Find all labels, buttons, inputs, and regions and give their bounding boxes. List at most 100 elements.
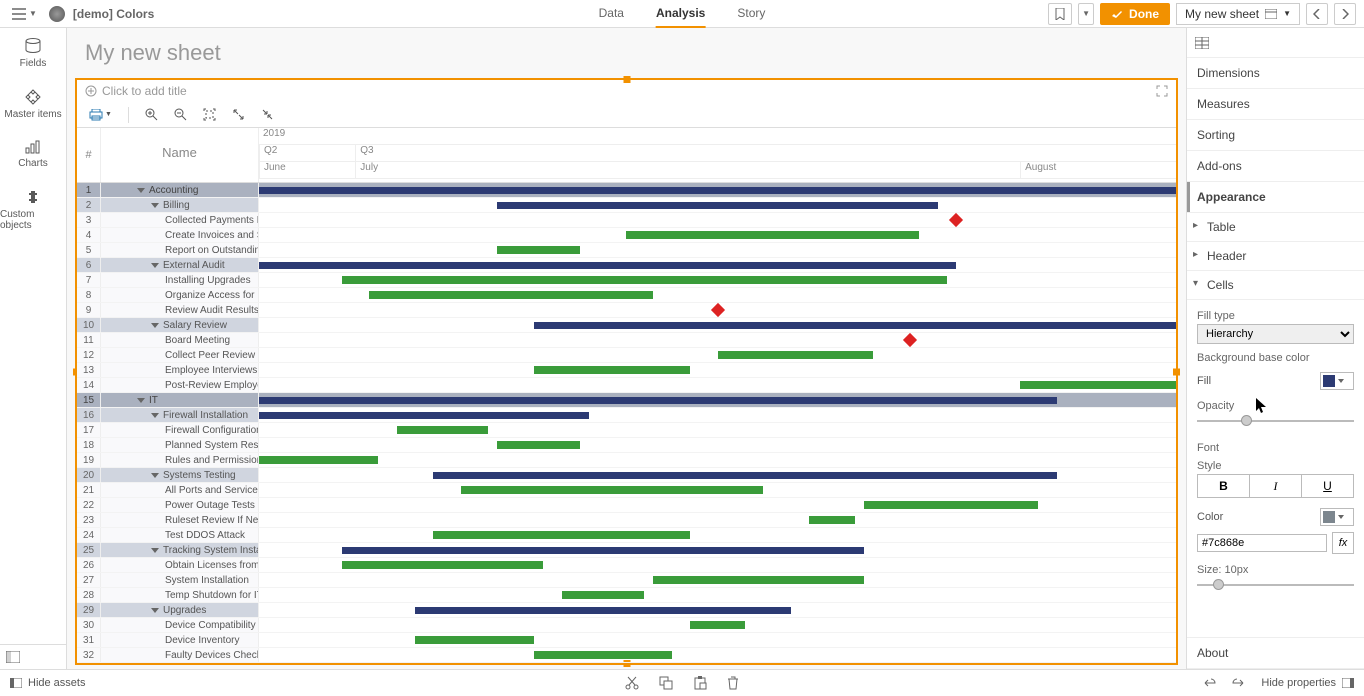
- gantt-row[interactable]: 28Temp Shutdown for IT Audit: [77, 588, 1176, 603]
- panel-appearance[interactable]: Appearance: [1187, 182, 1364, 213]
- gantt-row[interactable]: 2Billing: [77, 198, 1176, 213]
- size-slider[interactable]: [1197, 578, 1354, 592]
- gantt-bar[interactable]: [461, 486, 764, 494]
- gantt-bar[interactable]: [534, 651, 672, 659]
- gantt-row[interactable]: 17Firewall Configuration: [77, 423, 1176, 438]
- gantt-bar[interactable]: [864, 501, 1038, 509]
- sidebar-master-items[interactable]: Master items: [0, 79, 66, 130]
- gantt-row[interactable]: 26Obtain Licenses from the Vendor: [77, 558, 1176, 573]
- gantt-row[interactable]: 22Power Outage Tests: [77, 498, 1176, 513]
- gantt-bar[interactable]: [626, 231, 919, 239]
- gantt-bar[interactable]: [653, 576, 864, 584]
- hide-properties-button[interactable]: Hide properties: [1261, 677, 1354, 689]
- gantt-row[interactable]: 1Accounting: [77, 183, 1176, 198]
- gantt-bar[interactable]: [259, 262, 956, 269]
- gantt-row[interactable]: 31Device Inventory: [77, 633, 1176, 648]
- bookmark-button[interactable]: [1048, 3, 1072, 25]
- sidebar-charts[interactable]: Charts: [0, 130, 66, 179]
- gantt-bar[interactable]: [415, 607, 791, 614]
- gantt-bar[interactable]: [809, 516, 855, 524]
- gantt-row[interactable]: 9Review Audit Results: [77, 303, 1176, 318]
- gantt-row[interactable]: 29Upgrades: [77, 603, 1176, 618]
- gantt-bar[interactable]: [259, 187, 1176, 194]
- gantt-row[interactable]: 6External Audit: [77, 258, 1176, 273]
- tab-story[interactable]: Story: [737, 0, 765, 28]
- gantt-bar[interactable]: [534, 322, 1176, 329]
- panel-addons[interactable]: Add-ons: [1187, 151, 1364, 182]
- gantt-bar[interactable]: [369, 291, 653, 299]
- gantt-bar[interactable]: [497, 246, 580, 254]
- bold-button[interactable]: B: [1198, 475, 1250, 497]
- sidebar-fields[interactable]: Fields: [0, 28, 66, 79]
- gantt-bar[interactable]: [415, 636, 534, 644]
- panel-cells[interactable]: Cells: [1187, 271, 1364, 300]
- panel-about[interactable]: About: [1187, 637, 1364, 669]
- sidebar-toggle[interactable]: [0, 644, 66, 669]
- gantt-row[interactable]: 11Board Meeting: [77, 333, 1176, 348]
- panel-measures[interactable]: Measures: [1187, 89, 1364, 120]
- gantt-row[interactable]: 14Post-Review Employee Interviews: [77, 378, 1176, 393]
- gantt-row[interactable]: 20Systems Testing: [77, 468, 1176, 483]
- zoom-in-button[interactable]: [141, 106, 162, 123]
- gantt-bar[interactable]: [1020, 381, 1176, 389]
- gantt-row[interactable]: 30Device Compatibility Review: [77, 618, 1176, 633]
- gantt-row[interactable]: 19Rules and Permissions Audit: [77, 453, 1176, 468]
- gantt-bar[interactable]: [259, 456, 378, 464]
- gantt-bar[interactable]: [259, 412, 589, 419]
- gantt-bar[interactable]: [342, 561, 544, 569]
- gantt-row[interactable]: 12Collect Peer Review Data: [77, 348, 1176, 363]
- hide-assets-button[interactable]: Hide assets: [10, 677, 85, 689]
- delete-button[interactable]: [727, 676, 739, 690]
- milestone-diamond[interactable]: [949, 213, 963, 227]
- fit-button[interactable]: [199, 106, 220, 123]
- color-swatch[interactable]: [1320, 508, 1354, 526]
- sheet-selector[interactable]: My new sheet ▼: [1176, 3, 1300, 25]
- panel-sorting[interactable]: Sorting: [1187, 120, 1364, 151]
- tab-analysis[interactable]: Analysis: [656, 0, 705, 28]
- panel-table[interactable]: Table: [1187, 213, 1364, 242]
- cut-button[interactable]: [625, 676, 639, 690]
- visualization-object[interactable]: Click to add title ▼: [75, 78, 1178, 665]
- zoom-out-button[interactable]: [170, 106, 191, 123]
- gantt-bar[interactable]: [690, 621, 745, 629]
- tab-data[interactable]: Data: [599, 0, 624, 28]
- gantt-row[interactable]: 16Firewall Installation: [77, 408, 1176, 423]
- sheet-title[interactable]: My new sheet: [67, 28, 1186, 78]
- milestone-diamond[interactable]: [903, 333, 917, 347]
- gantt-bar[interactable]: [342, 547, 865, 554]
- copy-button[interactable]: [659, 676, 673, 690]
- gantt-row[interactable]: 8Organize Access for External Auditors: [77, 288, 1176, 303]
- gantt-row[interactable]: 4Create Invoices and Send Data: [77, 228, 1176, 243]
- gantt-bar[interactable]: [562, 591, 645, 599]
- redo-button[interactable]: [1231, 677, 1247, 689]
- collapse-toggle-button[interactable]: [257, 106, 278, 123]
- gantt-bar[interactable]: [718, 351, 874, 359]
- expand-icon[interactable]: [1156, 85, 1168, 97]
- color-value-input[interactable]: [1197, 534, 1327, 552]
- object-title-placeholder[interactable]: Click to add title: [85, 84, 187, 98]
- opacity-slider[interactable]: [1197, 414, 1354, 428]
- panel-header[interactable]: Header: [1187, 242, 1364, 271]
- gantt-row[interactable]: 10Salary Review: [77, 318, 1176, 333]
- gantt-row[interactable]: 27System Installation: [77, 573, 1176, 588]
- gantt-row[interactable]: 23Ruleset Review If Needed: [77, 513, 1176, 528]
- underline-button[interactable]: U: [1302, 475, 1353, 497]
- gantt-bar[interactable]: [534, 366, 690, 374]
- gantt-row[interactable]: 7Installing Upgrades: [77, 273, 1176, 288]
- panel-dimensions[interactable]: Dimensions: [1187, 58, 1364, 89]
- gantt-row[interactable]: 5Report on Outstanding Collections: [77, 243, 1176, 258]
- gantt-row[interactable]: 3Collected Payments Review: [77, 213, 1176, 228]
- fx-button[interactable]: fx: [1332, 532, 1354, 554]
- gantt-row[interactable]: 25Tracking System Installation: [77, 543, 1176, 558]
- bookmark-dropdown[interactable]: ▼: [1078, 3, 1094, 25]
- fill-color-swatch[interactable]: [1320, 372, 1354, 390]
- print-button[interactable]: ▼: [85, 107, 116, 123]
- fill-type-select[interactable]: Hierarchy: [1197, 324, 1354, 344]
- gantt-bar[interactable]: [433, 531, 690, 539]
- gantt-row[interactable]: 13Employee Interviews: [77, 363, 1176, 378]
- gantt-bar[interactable]: [433, 472, 1057, 479]
- sidebar-custom-objects[interactable]: Custom objects: [0, 179, 66, 241]
- paste-button[interactable]: [693, 676, 707, 690]
- undo-button[interactable]: [1201, 677, 1217, 689]
- table-icon[interactable]: [1195, 37, 1209, 49]
